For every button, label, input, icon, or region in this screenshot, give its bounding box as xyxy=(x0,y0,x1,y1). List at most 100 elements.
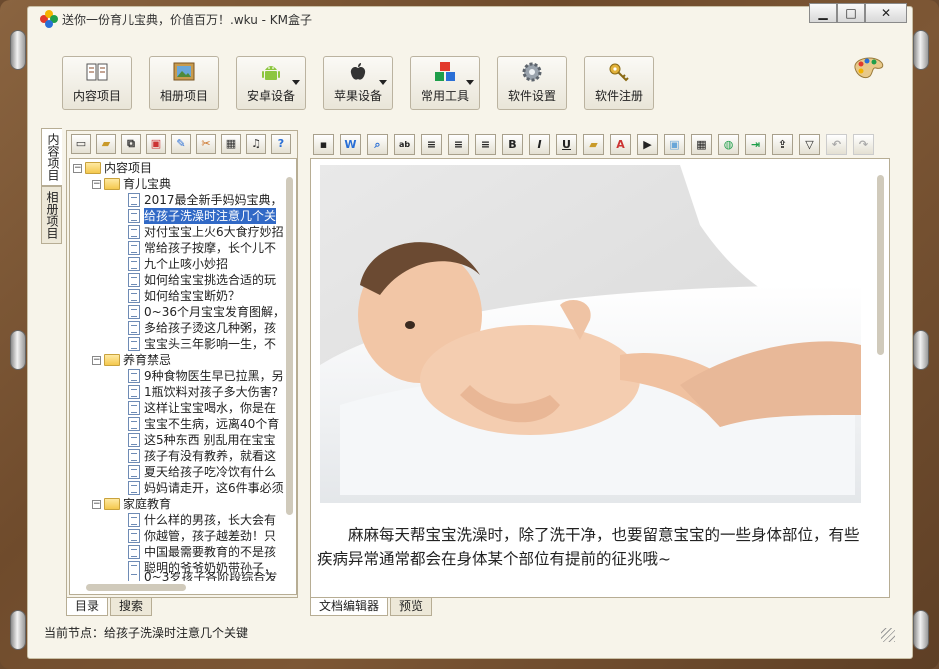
find-icon[interactable]: ⌕ xyxy=(367,133,388,155)
tab-search[interactable]: 搜索 xyxy=(110,598,153,616)
palette-icon[interactable] xyxy=(851,54,885,80)
tree-item[interactable]: 中国最需要教育的不是孩 xyxy=(128,544,276,560)
tree-group[interactable]: − 养育禁忌 xyxy=(92,352,171,368)
tree-item[interactable]: 这样让宝宝喝水，你是在 xyxy=(128,400,276,416)
tree-root-label: 内容项目 xyxy=(104,161,153,175)
new-document-button[interactable]: ▭ xyxy=(71,134,91,154)
collapse-icon[interactable]: − xyxy=(73,163,82,173)
tab-preview[interactable]: 预览 xyxy=(390,598,433,616)
android-device-button[interactable]: 安卓设备 xyxy=(236,56,306,110)
document-icon xyxy=(128,321,140,335)
tree-item-selected[interactable]: 给孩子洗澡时注意几个关 xyxy=(128,208,277,224)
tree-item[interactable]: 如何给宝宝挑选合适的玩 xyxy=(128,272,276,288)
resize-grip-icon[interactable] xyxy=(881,628,895,642)
replace-icon[interactable]: ab xyxy=(394,133,415,155)
tree-item[interactable]: 夏天给孩子吃冷饮有什么 xyxy=(128,464,276,480)
document-icon xyxy=(128,289,140,303)
software-register-button[interactable]: 软件注册 xyxy=(584,56,654,110)
tree-item[interactable]: 常给孩子按摩，长个儿不 xyxy=(128,240,276,256)
outline-tree: − 内容项目 − 育儿宝典 2017最全新手妈妈宝典， 给孩子洗澡时注意几个关 … xyxy=(69,158,297,595)
bold-icon[interactable]: B xyxy=(502,133,523,155)
tree-item[interactable]: 九个止咳小妙招 xyxy=(128,256,228,272)
import-doc-icon[interactable]: ⇪ xyxy=(772,133,793,155)
tree-horizontal-scrollbar[interactable] xyxy=(74,583,288,592)
document-editor[interactable]: 麻麻每天帮宝宝洗澡时，除了洗干净，也要留意宝宝的一些身体部位，有些疾病异常通常都… xyxy=(310,158,890,598)
minimize-button[interactable]: ▁ xyxy=(809,3,837,23)
image-icon[interactable]: ▣ xyxy=(664,133,685,155)
content-project-label: 内容项目 xyxy=(72,89,121,103)
tree-item[interactable]: 2017最全新手妈妈宝典， xyxy=(128,192,283,208)
maximize-button[interactable]: □ xyxy=(837,3,865,23)
content-project-button[interactable]: 内容项目 xyxy=(62,56,132,110)
help-button[interactable]: ? xyxy=(271,134,291,154)
word-doc-icon[interactable]: W xyxy=(340,133,361,155)
folder-icon xyxy=(104,354,120,366)
tree-item[interactable]: 多给孩子烫这几种粥，孩 xyxy=(128,320,276,336)
apple-device-button[interactable]: 苹果设备 xyxy=(323,56,393,110)
filter-icon[interactable]: ▽ xyxy=(799,133,820,155)
qr-code-button[interactable]: ▦ xyxy=(221,134,241,154)
font-color-icon[interactable]: A xyxy=(610,133,631,155)
tree-item[interactable]: 对付宝宝上火6大食疗妙招 xyxy=(128,224,284,240)
tree-item[interactable]: 如何给宝宝断奶？ xyxy=(128,288,240,304)
copy-button[interactable]: ⧉ xyxy=(121,134,141,154)
software-register-label: 软件注册 xyxy=(594,89,643,103)
close-button[interactable]: ✕ xyxy=(865,3,907,23)
tree-item[interactable]: 这5种东西 别乱用在宝宝 xyxy=(128,432,275,448)
edit-node-button[interactable]: ✎ xyxy=(171,134,191,154)
tree-item[interactable]: 孩子有没有教养，就看这 xyxy=(128,448,276,464)
collapse-icon[interactable]: − xyxy=(92,499,101,509)
editor-vertical-scrollbar[interactable] xyxy=(877,173,885,585)
tab-document-editor[interactable]: 文档编辑器 xyxy=(310,598,389,616)
tree-vertical-scrollbar[interactable] xyxy=(286,173,294,543)
document-icon xyxy=(128,385,140,399)
undo-icon[interactable]: ↶ xyxy=(826,133,847,155)
tree-item[interactable]: 什么样的男孩，长大会有 xyxy=(128,512,276,528)
tab-album-project[interactable]: 相册项目 xyxy=(41,186,62,244)
tree-item[interactable]: 妈妈请走开，这6件事必须 xyxy=(128,480,284,496)
album-project-button[interactable]: 相册项目 xyxy=(149,56,219,110)
align-right-icon[interactable]: ≡ xyxy=(475,133,496,155)
collapse-icon[interactable]: − xyxy=(92,355,101,365)
redo-icon[interactable]: ↷ xyxy=(853,133,874,155)
binder-ring xyxy=(10,330,26,370)
tree-item[interactable]: 9种食物医生早已拉黑，另 xyxy=(128,368,284,384)
software-settings-button[interactable]: 软件设置 xyxy=(497,56,567,110)
tab-toc[interactable]: 目录 xyxy=(66,598,109,616)
table-icon[interactable]: ▦ xyxy=(691,133,712,155)
folder-icon xyxy=(85,162,101,174)
chevron-down-icon xyxy=(466,80,474,85)
delete-button[interactable]: ✂ xyxy=(196,134,216,154)
tree-item[interactable]: 1瓶饮料对孩子多大伤害? xyxy=(128,384,278,400)
folder-icon[interactable]: ▰ xyxy=(583,133,604,155)
italic-icon[interactable]: I xyxy=(529,133,550,155)
open-folder-button[interactable]: ▰ xyxy=(96,134,116,154)
scrollbar-thumb[interactable] xyxy=(877,175,884,355)
tab-content-project[interactable]: 内容项目 xyxy=(41,128,62,186)
tree-group[interactable]: − 育儿宝典 xyxy=(92,176,171,192)
align-left-icon[interactable]: ≡ xyxy=(421,133,442,155)
document-icon xyxy=(128,417,140,431)
tree-item[interactable]: 你越管，孩子越差劲！只 xyxy=(128,528,276,544)
common-tools-button[interactable]: 常用工具 xyxy=(410,56,480,110)
video-icon[interactable]: ▶ xyxy=(637,133,658,155)
tree-item[interactable]: 宝宝不生病，远离40个育 xyxy=(128,416,279,432)
export-icon[interactable]: ⇥ xyxy=(745,133,766,155)
tree-group[interactable]: − 家庭教育 xyxy=(92,496,171,512)
tree-group-label: 育儿宝典 xyxy=(123,177,172,191)
gear-icon xyxy=(522,62,542,82)
save-icon[interactable]: ▪ xyxy=(313,133,334,155)
tree-root[interactable]: − 内容项目 xyxy=(73,160,152,176)
import-button[interactable]: ▣ xyxy=(146,134,166,154)
speaker-button[interactable]: ♫ xyxy=(246,134,266,154)
underline-icon[interactable]: U xyxy=(556,133,577,155)
tree-item[interactable]: 0~36个月宝宝发育图解， xyxy=(128,304,285,320)
document-icon xyxy=(128,481,140,495)
tree-item[interactable]: 宝宝头三年影响一生，不 xyxy=(128,336,276,352)
web-link-icon[interactable]: ◍ xyxy=(718,133,739,155)
document-icon xyxy=(128,449,140,463)
align-center-icon[interactable]: ≡ xyxy=(448,133,469,155)
scrollbar-thumb[interactable] xyxy=(86,584,186,591)
collapse-icon[interactable]: − xyxy=(92,179,101,189)
scrollbar-thumb[interactable] xyxy=(286,177,293,515)
